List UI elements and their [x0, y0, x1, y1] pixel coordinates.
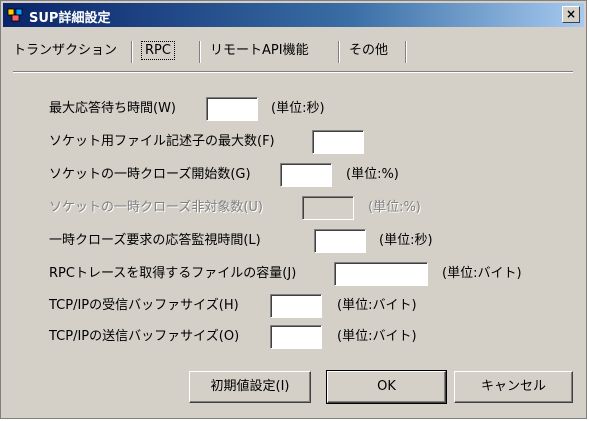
tab-label: RPC: [141, 41, 175, 60]
tab-label: その他: [349, 43, 389, 58]
close-request-monitor-input[interactable]: [314, 229, 366, 253]
tab-label: トランザクション: [13, 43, 118, 58]
tab-separator: [199, 41, 201, 63]
restore-defaults-button[interactable]: 初期値設定(I): [189, 371, 311, 403]
tcp-recv-buffer-label: TCP/IPの受信バッファサイズ(H): [49, 298, 239, 313]
rpc-trace-size-input[interactable]: [334, 262, 428, 286]
socket-close-start-unit: (単位:%): [346, 167, 399, 182]
app-icon: [7, 8, 23, 22]
socket-close-exclude-label: ソケットの一時クローズ非対象数(U): [49, 200, 264, 215]
socket-close-start-input[interactable]: [280, 163, 332, 187]
socket-close-start-label: ソケットの一時クローズ開始数(G): [49, 167, 251, 182]
tcp-recv-buffer-input[interactable]: [270, 294, 322, 318]
ok-button[interactable]: OK: [326, 370, 447, 404]
cancel-button[interactable]: キャンセル: [454, 371, 573, 403]
title-bar[interactable]: SUP詳細設定 ×: [3, 3, 584, 27]
close-request-monitor-label: 一時クローズ要求の応答監視時間(L): [49, 233, 261, 248]
max-socket-fd-input[interactable]: [312, 130, 364, 154]
close-button[interactable]: ×: [562, 6, 580, 23]
rpc-trace-size-unit: (単位:バイト): [442, 266, 522, 281]
socket-close-exclude-unit: (単位:%): [368, 200, 421, 215]
tab-transaction[interactable]: トランザクション: [13, 39, 117, 63]
tab-separator: [338, 41, 340, 63]
tcp-send-buffer-input[interactable]: [270, 325, 322, 349]
tcp-send-buffer-label: TCP/IPの送信バッファサイズ(O): [49, 329, 240, 344]
dialog-window: SUP詳細設定 × トランザクション RPC リモートAPI機能 その他 最大応…: [0, 0, 587, 419]
max-wait-time-label: 最大応答待ち時間(W): [49, 101, 176, 116]
tab-remote-api[interactable]: リモートAPI機能: [210, 39, 309, 63]
tab-divider: [13, 71, 573, 73]
window-title: SUP詳細設定: [29, 11, 111, 26]
max-socket-fd-label: ソケット用ファイル記述子の最大数(F): [49, 134, 275, 149]
tab-other[interactable]: その他: [349, 39, 388, 63]
close-request-monitor-unit: (単位:秒): [379, 233, 433, 248]
socket-close-exclude-input: [302, 196, 354, 220]
tab-separator: [405, 41, 407, 63]
max-wait-time-unit: (単位:秒): [271, 101, 325, 116]
rpc-trace-size-label: RPCトレースを取得するファイルの容量(J): [49, 266, 297, 281]
tab-label: リモートAPI機能: [210, 43, 309, 58]
tab-separator: [131, 41, 133, 63]
tcp-recv-buffer-unit: (単位:バイト): [337, 298, 417, 313]
tab-rpc[interactable]: RPC: [141, 39, 175, 63]
close-icon: ×: [565, 7, 577, 21]
max-wait-time-input[interactable]: [206, 97, 258, 121]
tcp-send-buffer-unit: (単位:バイト): [337, 329, 417, 344]
